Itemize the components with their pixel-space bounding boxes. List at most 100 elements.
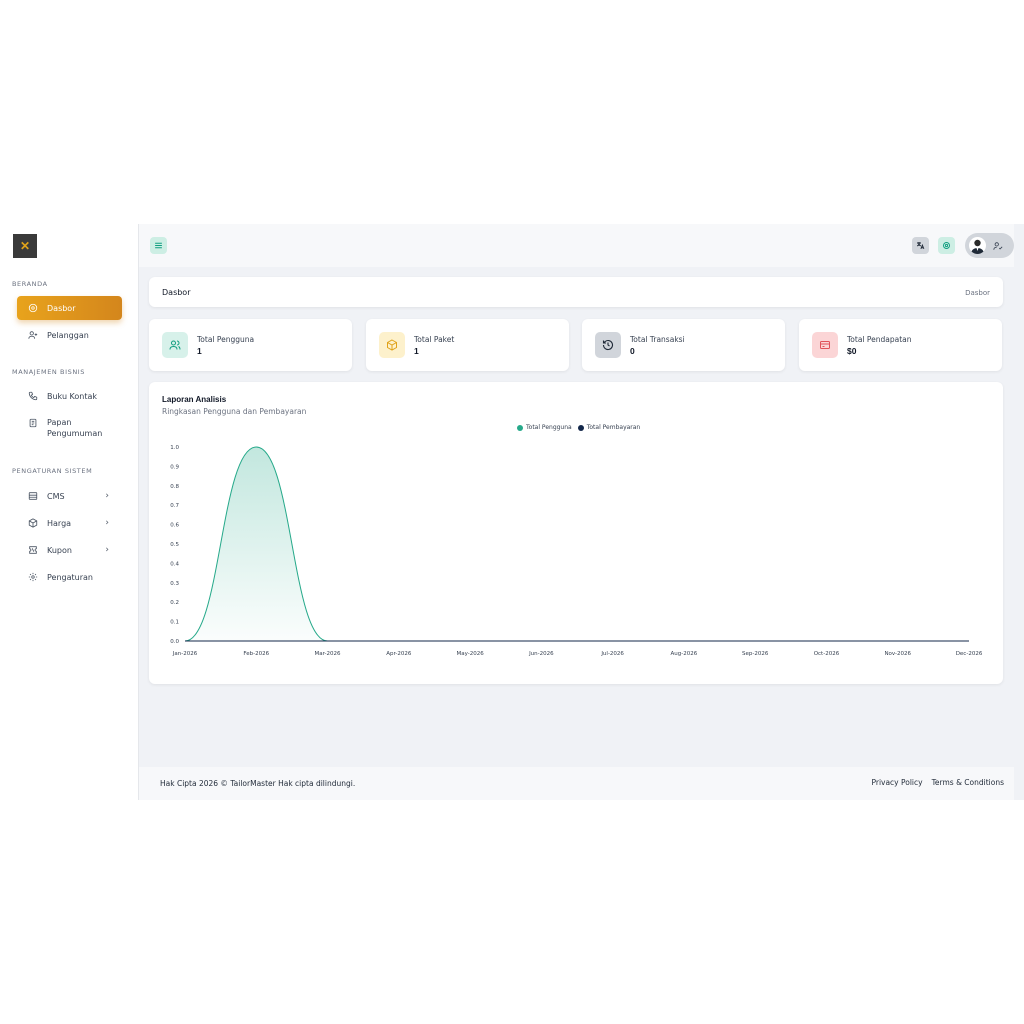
sidebar-item-label: Pelanggan bbox=[47, 330, 89, 340]
stat-value: 0 bbox=[630, 346, 635, 356]
translate-icon bbox=[916, 242, 925, 250]
stat-label: Total Transaksi bbox=[630, 335, 685, 344]
y-tick-label: 0.8 bbox=[170, 484, 179, 490]
sidebar-item-cms[interactable]: CMS › bbox=[17, 484, 122, 508]
y-tick-label: 1.0 bbox=[170, 445, 179, 451]
y-tick-label: 0.0 bbox=[170, 639, 179, 645]
y-tick-label: 0.9 bbox=[170, 464, 179, 470]
y-tick-label: 0.3 bbox=[170, 581, 179, 587]
package-icon bbox=[28, 518, 38, 528]
dashboard-icon bbox=[28, 303, 38, 313]
chart-subtitle: Ringkasan Pengguna dan Pembayaran bbox=[162, 407, 307, 416]
stat-value: 1 bbox=[414, 346, 419, 356]
avatar bbox=[969, 237, 986, 254]
legend-dot bbox=[517, 424, 523, 431]
legend-label: Total Pembayaran bbox=[586, 424, 641, 431]
breadcrumb: Dasbor Dasbor bbox=[149, 277, 1003, 307]
app-logo[interactable]: ✕ bbox=[13, 234, 37, 258]
main-content: Dasbor Dasbor Total Pengguna 1 Total Pak… bbox=[139, 224, 1024, 800]
x-tick-label: Oct-2026 bbox=[814, 651, 840, 657]
sidebar-item-label: Dasbor bbox=[47, 303, 76, 313]
settings-button[interactable] bbox=[938, 237, 955, 254]
user-check-icon bbox=[993, 241, 1003, 251]
section-title-beranda: BERANDA bbox=[12, 280, 48, 288]
layout-icon bbox=[28, 491, 38, 501]
hamburger-icon bbox=[155, 242, 162, 249]
sidebar: ✕ BERANDA Dasbor Pelanggan MANAJEMEN BIS… bbox=[0, 224, 139, 800]
language-button[interactable] bbox=[912, 237, 929, 254]
y-tick-label: 0.7 bbox=[170, 503, 179, 509]
ticket-icon bbox=[28, 545, 38, 555]
y-tick-label: 0.1 bbox=[170, 620, 179, 626]
stat-card-total-paket: Total Paket 1 bbox=[366, 319, 569, 371]
chart-title: Laporan Analisis bbox=[162, 395, 227, 404]
menu-toggle-button[interactable] bbox=[150, 237, 167, 254]
sidebar-item-pelanggan[interactable]: Pelanggan bbox=[17, 323, 122, 347]
sidebar-item-label: Harga bbox=[47, 518, 72, 528]
stat-label: Total Pendapatan bbox=[847, 335, 912, 344]
chart-legend: Total Pengguna Total Pembayaran bbox=[517, 424, 646, 431]
terms-link[interactable]: Terms & Conditions bbox=[932, 778, 1004, 787]
legend-item-pembayaran[interactable]: Total Pembayaran bbox=[577, 424, 641, 431]
sidebar-item-label: Pengaturan bbox=[47, 572, 93, 582]
stat-label: Total Paket bbox=[414, 335, 455, 344]
y-tick-label: 0.5 bbox=[170, 542, 179, 548]
gear-icon bbox=[28, 572, 38, 582]
sidebar-item-pengaturan[interactable]: Pengaturan bbox=[17, 565, 122, 589]
y-tick-label: 0.2 bbox=[170, 600, 179, 606]
user-plus-icon bbox=[28, 330, 38, 340]
area-chart: 1.0 0.9 0.8 0.7 0.6 0.5 0.4 0.3 0.2 0.1 0.0 Jan-202… bbox=[170, 445, 983, 657]
copyright-text: Hak Cipta 2026 © TailorMaster Hak cipta … bbox=[160, 779, 356, 788]
privacy-policy-link[interactable]: Privacy Policy bbox=[871, 778, 922, 787]
gear-icon bbox=[943, 242, 950, 249]
chevron-right-icon: › bbox=[105, 518, 109, 528]
stat-value: $0 bbox=[847, 346, 857, 356]
x-tick-label: Jun-2026 bbox=[528, 651, 554, 657]
stat-card-total-pendapatan: Total Pendapatan $0 bbox=[799, 319, 1002, 371]
stat-card-total-pengguna: Total Pengguna 1 bbox=[149, 319, 352, 371]
stat-label: Total Pengguna bbox=[197, 335, 255, 344]
breadcrumb-current[interactable]: Dasbor bbox=[965, 289, 990, 297]
x-tick-label: May-2026 bbox=[456, 651, 484, 657]
x-tick-label: Jul-2026 bbox=[600, 651, 624, 657]
x-tick-label: Jan-2026 bbox=[172, 651, 198, 657]
section-title-manajemen: MANAJEMEN BISNIS bbox=[12, 368, 86, 376]
stat-value: 1 bbox=[197, 346, 202, 356]
x-tick-label: Apr-2026 bbox=[386, 651, 412, 657]
x-tick-label: Nov-2026 bbox=[884, 651, 911, 657]
sidebar-item-dasbor[interactable]: Dasbor bbox=[17, 296, 122, 320]
sidebar-item-label: Buku Kontak bbox=[47, 391, 98, 401]
legend-dot bbox=[577, 424, 584, 431]
x-tick-label: Mar-2026 bbox=[315, 651, 342, 657]
footer: Hak Cipta 2026 © TailorMaster Hak cipta … bbox=[139, 767, 1014, 800]
y-tick-label: 0.4 bbox=[170, 561, 179, 567]
series-area-0 bbox=[185, 447, 969, 641]
y-tick-label: 0.6 bbox=[170, 523, 179, 529]
legend-item-pengguna[interactable]: Total Pengguna bbox=[517, 424, 572, 431]
legend-label: Total Pengguna bbox=[526, 424, 572, 431]
sidebar-item-papan-pengumuman[interactable]: Papan Pengumuman bbox=[17, 413, 122, 441]
chevron-right-icon: › bbox=[105, 491, 109, 501]
top-bar bbox=[139, 224, 1014, 267]
sidebar-item-harga[interactable]: Harga › bbox=[17, 511, 122, 535]
x-tick-label: Sep-2026 bbox=[742, 651, 769, 657]
credit-card-icon bbox=[812, 332, 838, 358]
chevron-right-icon: › bbox=[105, 545, 109, 555]
sidebar-item-kupon[interactable]: Kupon › bbox=[17, 538, 122, 562]
phone-icon bbox=[28, 391, 38, 401]
sidebar-item-label: CMS bbox=[47, 491, 65, 501]
package-icon bbox=[379, 332, 405, 358]
analytics-chart-card: Laporan Analisis Ringkasan Pengguna dan … bbox=[149, 382, 1003, 684]
user-menu[interactable] bbox=[965, 233, 1014, 258]
history-icon bbox=[595, 332, 621, 358]
section-title-pengaturan: PENGATURAN SISTEM bbox=[12, 467, 93, 475]
x-tick-label: Dec-2026 bbox=[956, 651, 983, 657]
x-tick-label: Feb-2026 bbox=[243, 651, 269, 657]
stat-card-total-transaksi: Total Transaksi 0 bbox=[582, 319, 785, 371]
x-tick-label: Aug-2026 bbox=[671, 651, 698, 657]
sidebar-item-label: Papan Pengumuman bbox=[47, 418, 103, 438]
users-icon bbox=[162, 332, 188, 358]
sidebar-item-label: Kupon bbox=[47, 545, 72, 555]
page-title: Dasbor bbox=[162, 288, 191, 297]
sidebar-item-buku-kontak[interactable]: Buku Kontak bbox=[17, 384, 122, 408]
